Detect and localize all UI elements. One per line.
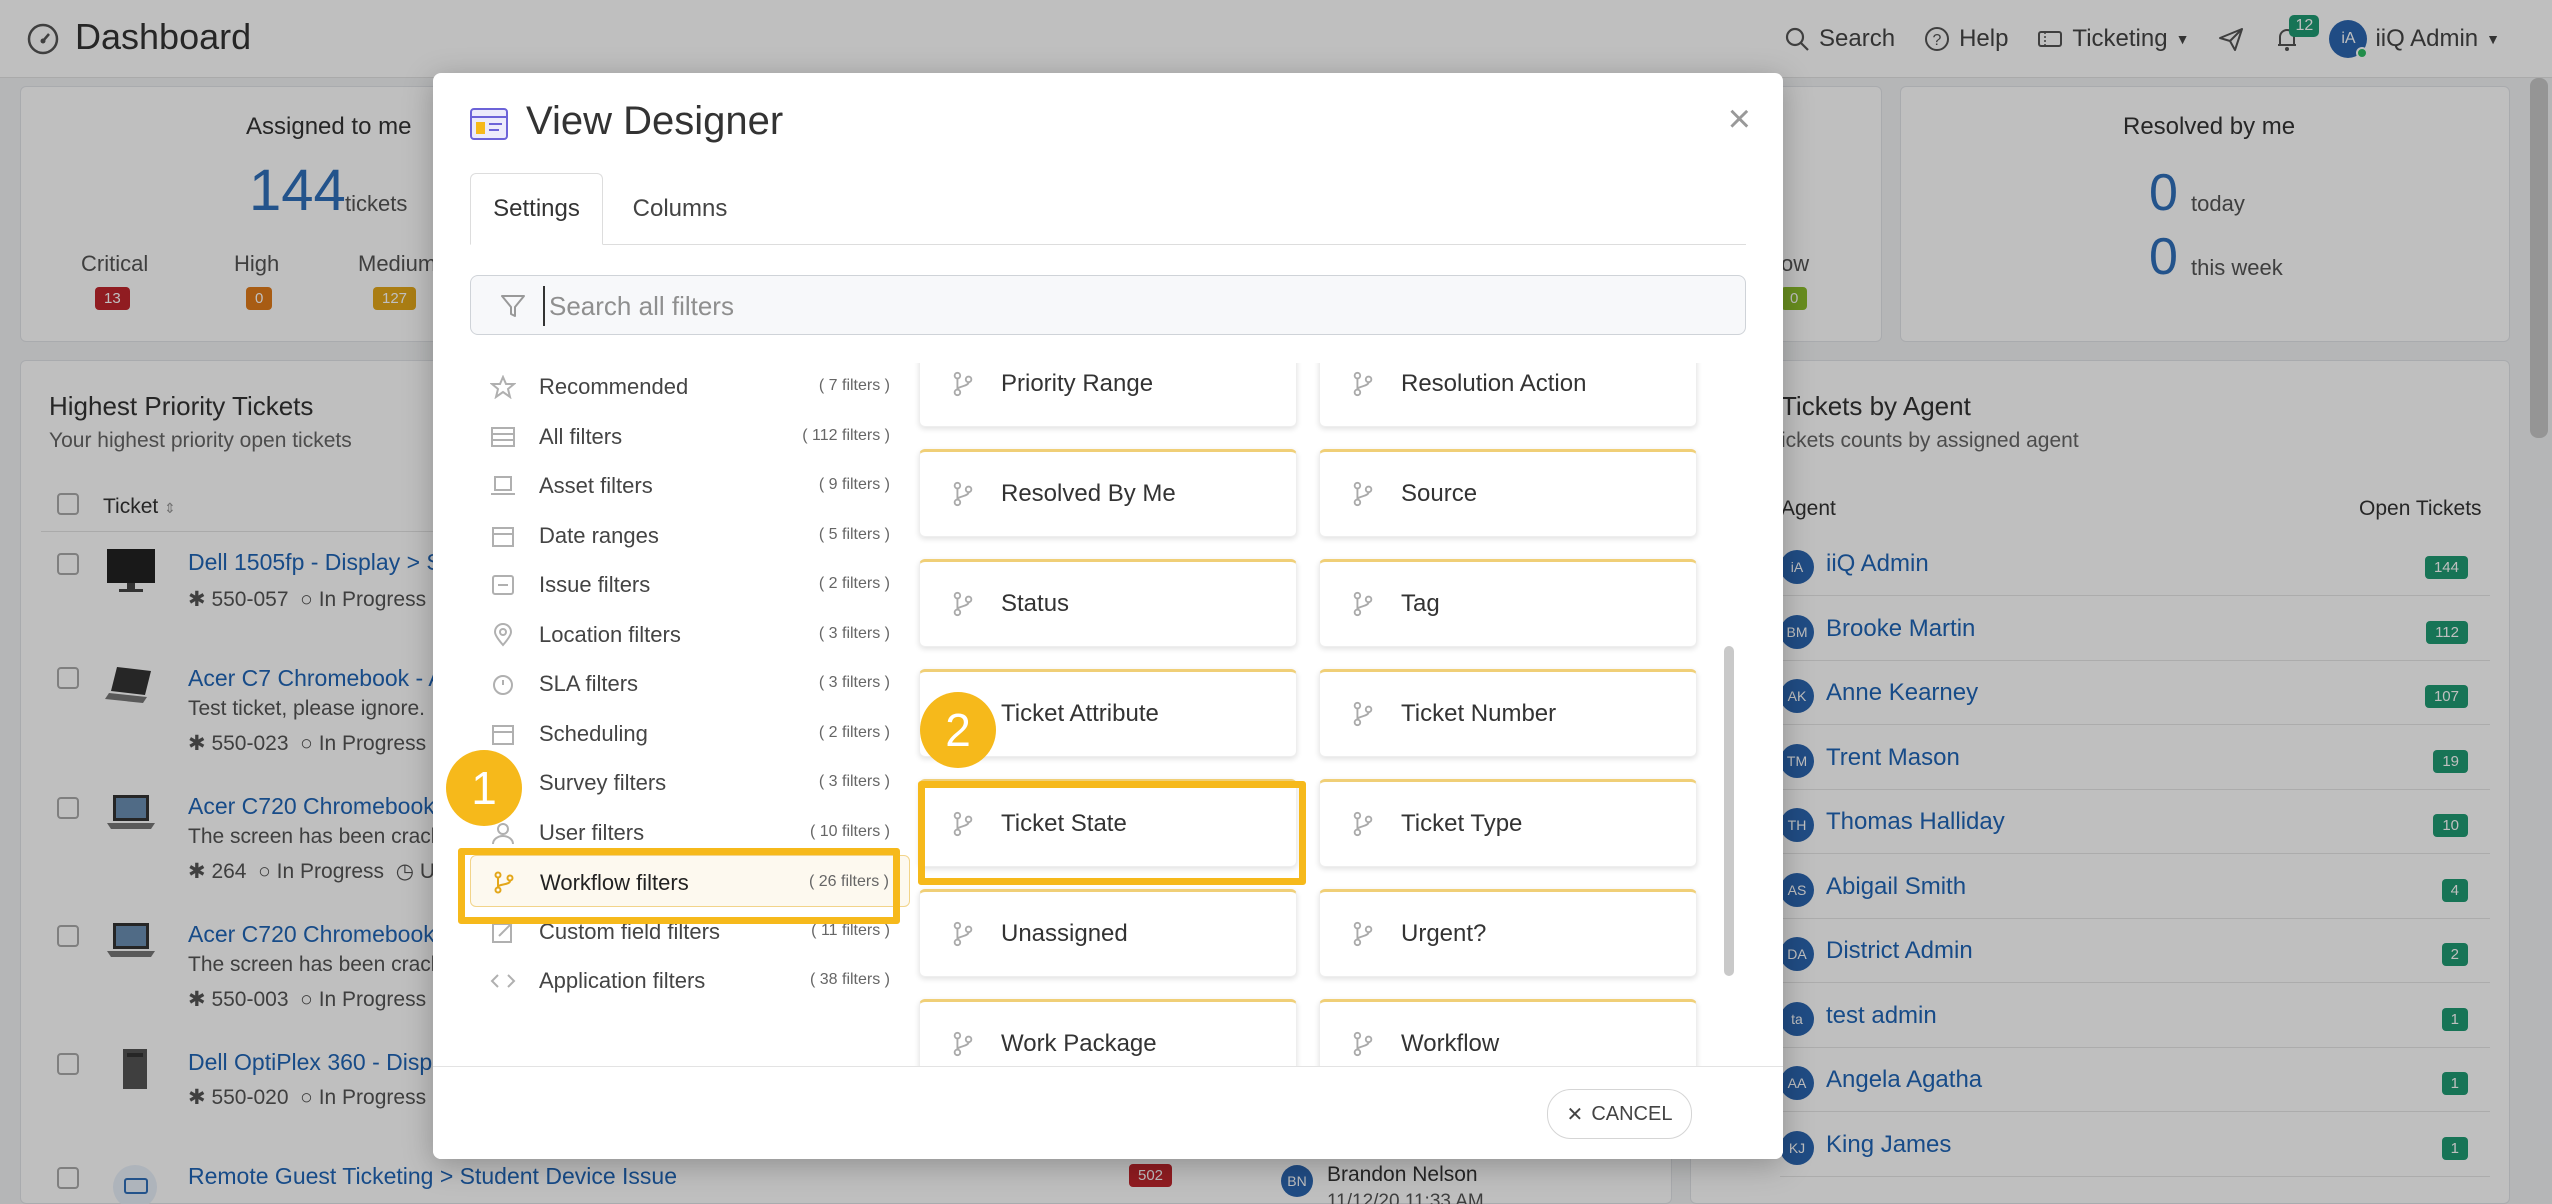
branch-icon	[953, 591, 973, 617]
filter-label: Unassigned	[1001, 920, 1128, 947]
highlight-ticket-state	[918, 781, 1306, 885]
category-label: Survey filters	[539, 770, 667, 795]
filter-card-ticket-number[interactable]: Ticket Number	[1319, 669, 1697, 757]
category-count: ( 112 filters )	[802, 426, 890, 444]
calendar-icon	[492, 526, 514, 547]
close-icon[interactable]: ×	[1728, 99, 1751, 139]
filter-label: Priority Range	[1001, 370, 1154, 397]
category-count: ( 38 filters )	[809, 971, 890, 988]
tab-columns[interactable]: Columns	[620, 173, 740, 245]
category-label: Location filters	[539, 621, 681, 647]
filter-search-input[interactable]	[543, 286, 1723, 326]
category-label: User filters	[539, 819, 645, 845]
filter-label: Status	[1001, 590, 1070, 617]
category-label: Recommended	[539, 374, 689, 399]
category-application-filters[interactable]: Application filters ( 38 filters )	[470, 957, 910, 1003]
branch-icon	[1353, 921, 1373, 947]
close-icon: ✕	[1566, 1103, 1584, 1126]
cancel-label: CANCEL	[1591, 1102, 1673, 1125]
highlight-workflow-filters	[458, 848, 900, 924]
branch-icon	[1353, 591, 1373, 617]
filter-label: Work Package	[1001, 1030, 1157, 1057]
funnel-icon	[501, 295, 525, 317]
filter-search-box	[470, 275, 1746, 335]
category-all-filters[interactable]: All filters ( 112 filters )	[470, 413, 910, 459]
category-label: Date ranges	[539, 522, 659, 548]
filter-label: Resolution Action	[1401, 370, 1587, 397]
list-icon	[491, 426, 515, 447]
category-location-filters[interactable]: Location filters ( 3 filters )	[470, 611, 910, 657]
filter-card-resolved-by-me[interactable]: Resolved By Me	[919, 449, 1297, 537]
filter-label: Ticket Number	[1401, 700, 1557, 727]
cancel-button[interactable]: ✕ CANCEL	[1547, 1089, 1692, 1139]
branch-icon	[1353, 481, 1373, 507]
filter-label: Resolved By Me	[1001, 480, 1176, 507]
alarm-clock-icon	[493, 675, 513, 695]
category-count: ( 3 filters )	[818, 773, 890, 790]
star-icon	[490, 375, 516, 399]
branch-icon	[1353, 1031, 1373, 1057]
location-pin-icon	[493, 622, 513, 647]
filter-label: Tag	[1401, 590, 1440, 617]
filter-category-list: Recommended ( 7 filters ) All filters ( 112…	[470, 363, 910, 1083]
category-asset-filters[interactable]: Asset filters ( 9 filters )	[470, 462, 910, 508]
laptop-icon	[491, 476, 515, 495]
category-survey-filters[interactable]: Survey filters ( 3 filters )	[470, 759, 910, 805]
category-label: Application filters	[539, 968, 706, 993]
category-sla-filters[interactable]: SLA filters ( 3 filters )	[470, 660, 910, 706]
category-label: SLA filters	[539, 671, 639, 696]
tab-settings[interactable]: Settings	[470, 173, 603, 245]
category-count: ( 11 filters )	[811, 921, 890, 939]
filter-label: Ticket Attribute	[1001, 700, 1159, 727]
branch-icon	[1353, 371, 1373, 397]
category-date-ranges[interactable]: Date ranges ( 5 filters )	[470, 512, 910, 558]
branch-icon	[953, 371, 973, 397]
category-count: ( 2 filters )	[818, 723, 890, 741]
filter-scrollbar-thumb[interactable]	[1724, 646, 1734, 976]
branch-icon	[1353, 811, 1373, 837]
filter-card-resolution-action[interactable]: Resolution Action	[1319, 363, 1697, 427]
category-label: Scheduling	[539, 720, 648, 746]
branch-icon	[953, 921, 973, 947]
view-designer-icon	[470, 108, 508, 140]
filter-card-source[interactable]: Source	[1319, 449, 1697, 537]
category-count: ( 10 filters )	[809, 822, 890, 840]
modal-footer: ✕ CANCEL	[433, 1066, 1783, 1159]
filter-card-status[interactable]: Status	[919, 559, 1297, 647]
filter-label: Urgent?	[1401, 920, 1487, 947]
category-count: ( 9 filters )	[818, 476, 890, 493]
issue-icon	[492, 575, 514, 595]
calendar-grid-icon	[492, 724, 514, 745]
step-1-marker: 1	[446, 750, 522, 826]
branch-icon	[953, 481, 973, 507]
modal-tabs: Settings Columns	[470, 173, 1746, 245]
filter-card-urgent[interactable]: Urgent?	[1319, 889, 1697, 977]
category-label: Issue filters	[539, 572, 651, 597]
modal-title: View Designer	[526, 99, 784, 143]
filter-card-tag[interactable]: Tag	[1319, 559, 1697, 647]
category-count: ( 7 filters )	[818, 377, 890, 394]
category-count: ( 3 filters )	[818, 624, 890, 642]
category-label: Asset filters	[539, 473, 653, 498]
filter-label: Workflow	[1401, 1030, 1500, 1057]
branch-icon	[953, 1031, 973, 1057]
category-issue-filters[interactable]: Issue filters ( 2 filters )	[470, 561, 910, 607]
step-2-marker: 2	[920, 692, 996, 768]
filter-card-unassigned[interactable]: Unassigned	[919, 889, 1297, 977]
filter-grid: Priority Range Resolution Action Resolved …	[913, 363, 1733, 1083]
code-icon	[490, 974, 516, 988]
category-recommended[interactable]: Recommended ( 7 filters )	[470, 363, 910, 409]
category-count: ( 3 filters )	[818, 674, 890, 691]
filter-label: Ticket Type	[1401, 810, 1523, 837]
filter-label: Source	[1401, 480, 1478, 507]
category-count: ( 5 filters )	[818, 525, 890, 543]
filter-card-priority-range[interactable]: Priority Range	[919, 363, 1297, 427]
category-label: All filters	[539, 423, 623, 449]
filter-card-ticket-type[interactable]: Ticket Type	[1319, 779, 1697, 867]
view-designer-modal: View Designer × Settings Columns Recomme…	[433, 73, 1783, 1159]
category-count: ( 2 filters )	[818, 575, 890, 592]
branch-icon	[1353, 701, 1373, 727]
category-scheduling[interactable]: Scheduling ( 2 filters )	[470, 710, 910, 756]
